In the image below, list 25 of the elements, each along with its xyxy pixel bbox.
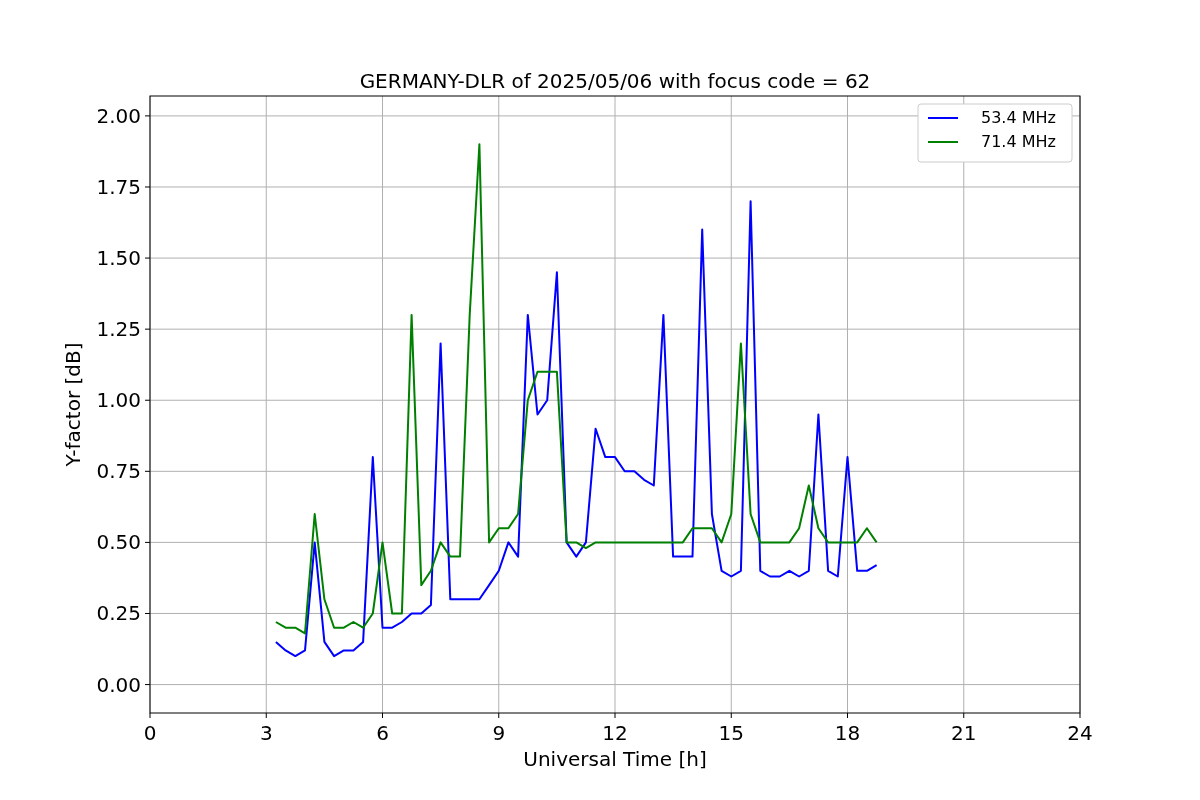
x-tick-label: 12 bbox=[602, 721, 628, 745]
y-tick-label: 2.00 bbox=[96, 103, 141, 128]
x-tick-label: 15 bbox=[718, 721, 744, 745]
y-tick-label: 1.75 bbox=[96, 175, 141, 199]
legend-label: 53.4 MHz bbox=[981, 108, 1056, 127]
x-tick-label: 0 bbox=[143, 721, 157, 745]
y-tick-label: 1.25 bbox=[96, 317, 141, 342]
y-axis-label: Y-factor [dB] bbox=[61, 342, 85, 467]
legend-line-icon bbox=[927, 117, 959, 119]
y-tick-label: 1.00 bbox=[96, 388, 141, 413]
legend-label: 71.4 MHz bbox=[981, 132, 1056, 151]
x-tick-label: 6 bbox=[376, 721, 389, 745]
y-tick-label: 0.00 bbox=[96, 672, 141, 697]
x-tick-label: 18 bbox=[834, 721, 861, 745]
x-tick-label: 24 bbox=[1067, 721, 1093, 745]
x-tick-label: 21 bbox=[951, 721, 977, 745]
x-tick-label: 9 bbox=[492, 721, 506, 745]
y-tick-label: 0.75 bbox=[96, 459, 141, 484]
x-axis-label: Universal Time [h] bbox=[523, 747, 707, 771]
y-tick-label: 0.50 bbox=[96, 530, 141, 555]
y-tick-label: 1.50 bbox=[96, 246, 141, 271]
x-tick-label: 3 bbox=[259, 721, 273, 745]
legend-line-icon bbox=[927, 141, 959, 143]
y-tick-label: 0.25 bbox=[96, 601, 141, 626]
chart-title: GERMANY-DLR of 2025/05/06 with focus code = 62 bbox=[359, 69, 871, 93]
